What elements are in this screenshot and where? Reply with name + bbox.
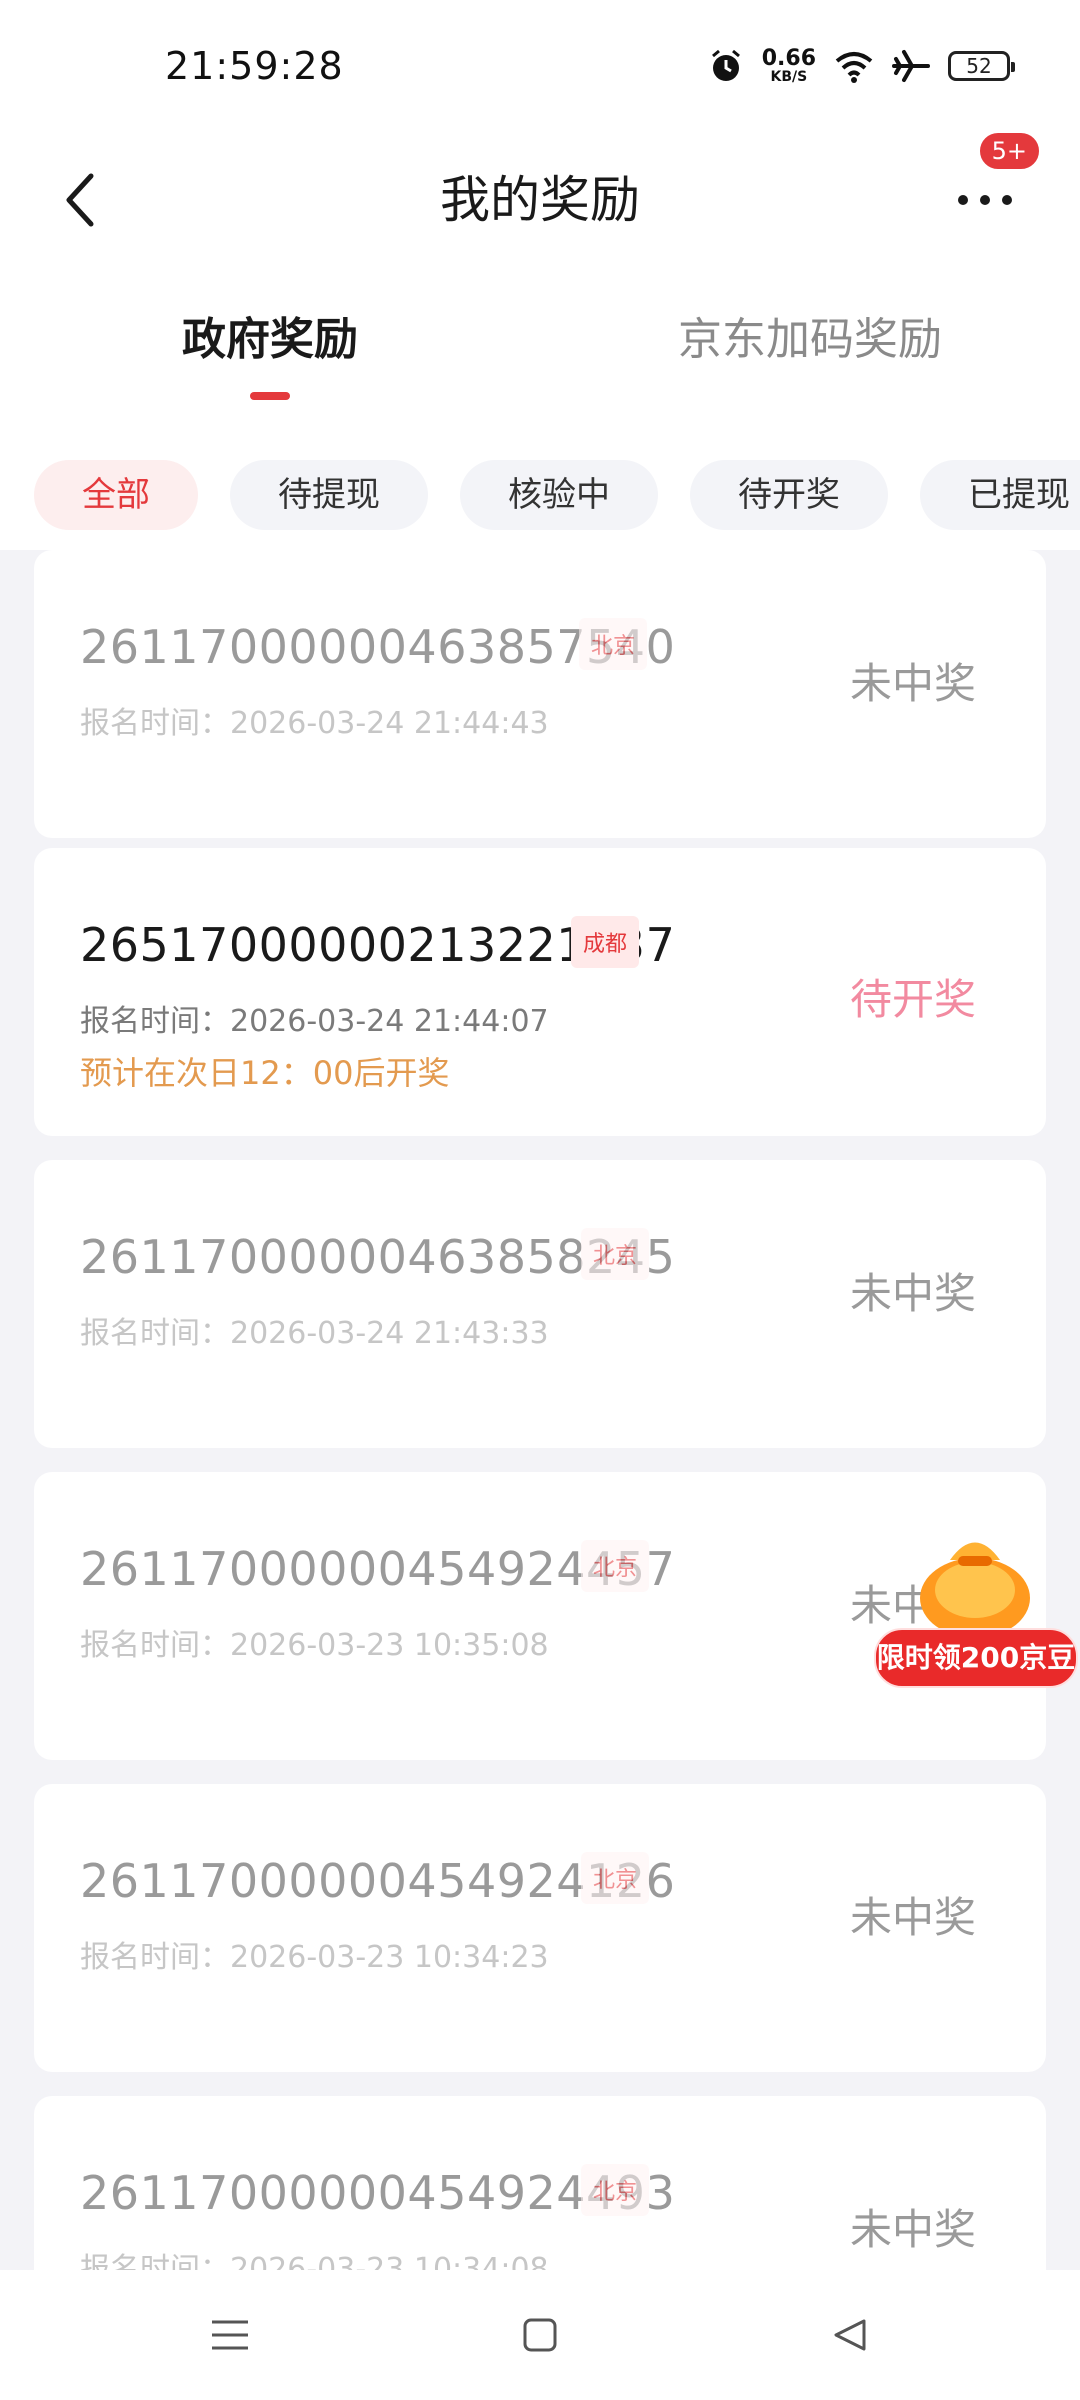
net-speed: 0.66 KB/S <box>761 46 816 85</box>
city-tag: 北京 <box>581 2164 650 2216</box>
status-icons: 0.66 KB/S 52 <box>708 40 1015 92</box>
city-tag: 北京 <box>581 1228 650 1280</box>
status-bar: 21:59:28 0.66 KB/S 52 <box>0 0 1080 130</box>
more-dots-icon <box>958 195 1012 205</box>
reward-card[interactable]: 26517000000213221537 成都 报名时间：2026-03-24 … <box>34 848 1046 1136</box>
signup-time: 报名时间：2026-03-23 10:34:23 <box>80 1940 549 1975</box>
tab-label: 京东加码奖励 <box>678 314 942 365</box>
filter-chips: 全部 待提现 核验中 待开奖 已提现 <box>0 460 1080 530</box>
battery-icon: 52 <box>948 51 1015 81</box>
city-tag: 成都 <box>571 916 640 968</box>
tab-active-indicator <box>250 392 290 400</box>
back-nav-button[interactable] <box>820 2305 880 2365</box>
signup-time: 报名时间：2026-03-24 21:44:43 <box>80 706 549 741</box>
reward-list[interactable]: 26117000000463857540 北京 报名时间：2026-03-24 … <box>34 550 1046 2270</box>
reward-card[interactable]: 26117000000463857540 北京 报名时间：2026-03-24 … <box>34 550 1046 838</box>
lucky-bag-icon <box>920 1542 1030 1638</box>
reward-status: 未中奖 <box>849 1269 976 1318</box>
alarm-icon <box>711 49 740 81</box>
tab-bar: 政府奖励 京东加码奖励 <box>0 300 1080 410</box>
home-nav-button[interactable] <box>510 2305 570 2365</box>
reward-status: 未中奖 <box>849 1893 976 1942</box>
draw-note: 预计在次日12：00后开奖 <box>80 1054 450 1092</box>
page-title: 我的奖励 <box>440 171 640 229</box>
signup-time: 报名时间：2026-03-24 21:44:07 <box>80 1004 549 1039</box>
tab-jd-bonus-reward[interactable]: 京东加码奖励 <box>660 300 960 410</box>
filter-verifying[interactable]: 核验中 <box>460 460 658 530</box>
signup-time: 报名时间：2026-03-24 21:43:33 <box>80 1316 549 1351</box>
system-nav-bar <box>0 2270 1080 2400</box>
filter-pending-draw[interactable]: 待开奖 <box>690 460 888 530</box>
jd-beans-promo[interactable]: 限时领200京豆 <box>870 1520 1080 1700</box>
filter-withdrawn[interactable]: 已提现 <box>920 460 1080 530</box>
tab-government-reward[interactable]: 政府奖励 <box>150 300 390 410</box>
signup-time: 报名时间：2026-03-23 10:35:08 <box>80 1628 549 1663</box>
wifi-icon <box>835 52 873 83</box>
notification-badge: 5+ <box>976 130 1042 172</box>
filter-all[interactable]: 全部 <box>34 460 198 530</box>
home-square-icon <box>523 2318 557 2352</box>
back-triangle-icon <box>834 2319 866 2351</box>
city-tag: 北京 <box>581 1852 650 1904</box>
net-speed-value: 0.66 <box>761 46 816 71</box>
reward-card[interactable]: 26117000000454924126 北京 报名时间：2026-03-23 … <box>34 1784 1046 2072</box>
menu-nav-button[interactable] <box>200 2305 260 2365</box>
menu-icon <box>212 2320 248 2350</box>
signup-time: 报名时间：2026-03-23 10:34:08 <box>80 2252 549 2270</box>
reward-status: 未中奖 <box>849 2205 976 2254</box>
reward-status: 待开奖 <box>849 975 976 1024</box>
promo-label: 限时领200京豆 <box>874 1628 1078 1688</box>
reward-status: 未中奖 <box>849 659 976 708</box>
city-tag: 北京 <box>579 618 648 670</box>
net-speed-unit: KB/S <box>770 69 808 85</box>
status-time: 21:59:28 <box>165 44 344 88</box>
header: 我的奖励 5+ 政府奖励 京东加码奖励 全部 待提现 核验中 待开奖 已提现 <box>0 130 1080 550</box>
reward-card[interactable]: 26117000000454924493 北京 报名时间：2026-03-23 … <box>34 2096 1046 2270</box>
city-tag: 北京 <box>581 1540 650 1592</box>
battery-level: 52 <box>966 54 992 78</box>
airplane-icon <box>892 50 930 82</box>
tab-label: 政府奖励 <box>182 314 358 365</box>
reward-card[interactable]: 26117000000463858245 北京 报名时间：2026-03-24 … <box>34 1160 1046 1448</box>
filter-pending-withdraw[interactable]: 待提现 <box>230 460 428 530</box>
